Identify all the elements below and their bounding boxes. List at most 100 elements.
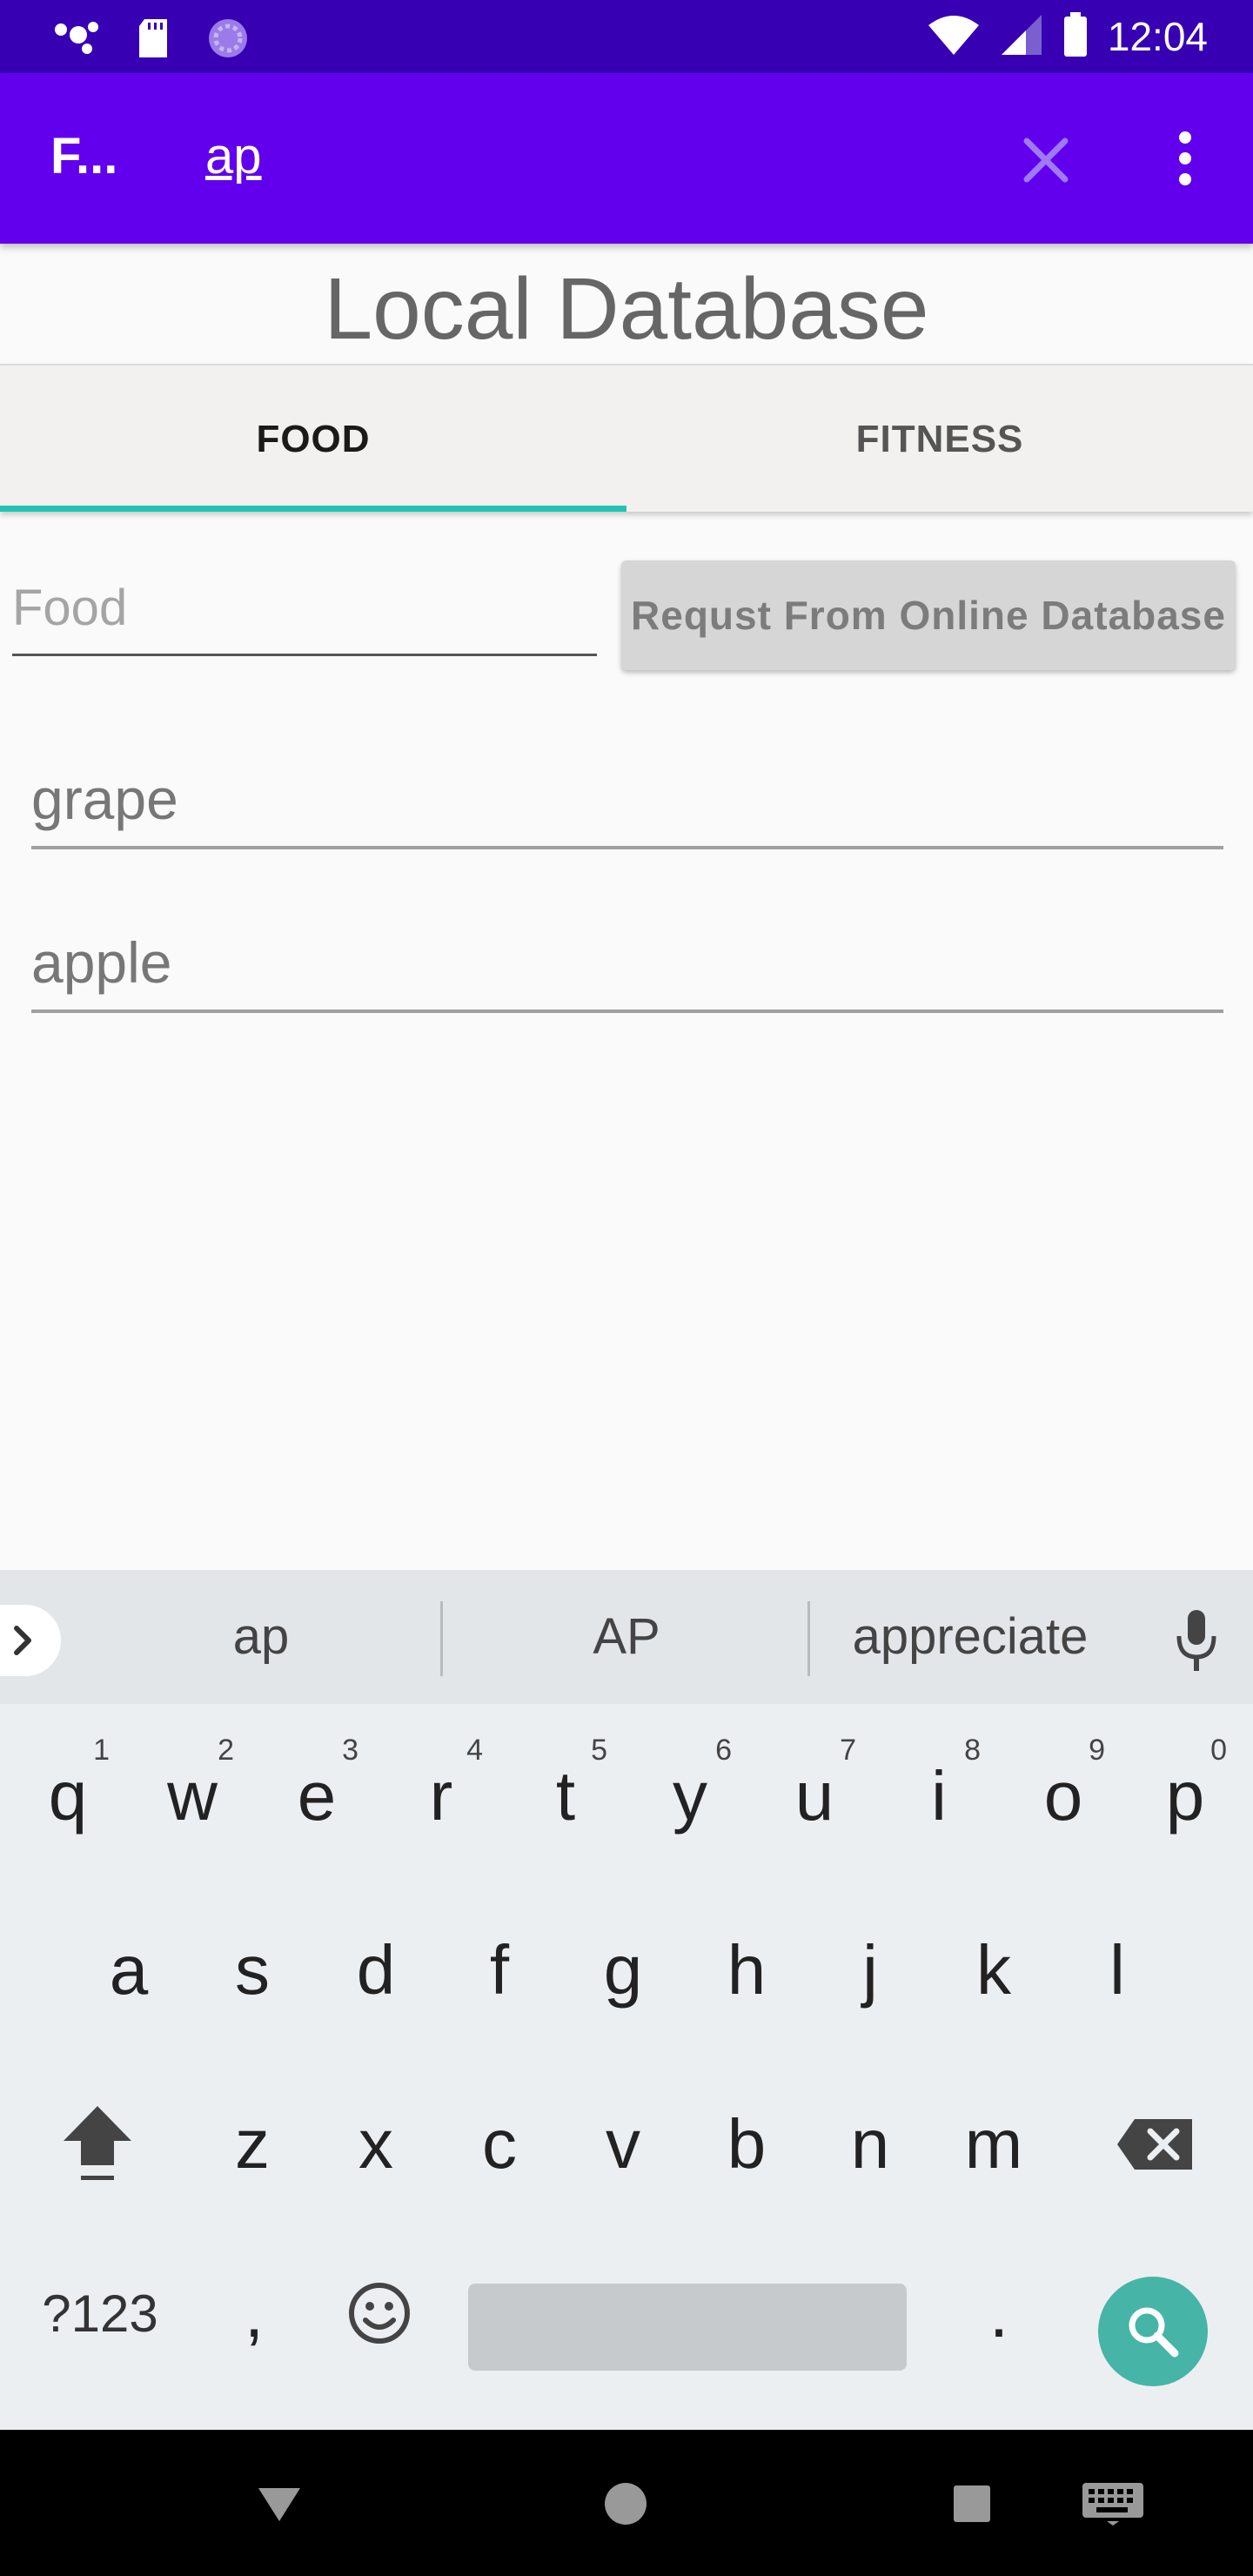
backspace-key[interactable] [1095,2066,1216,2223]
tab-bar: FOOD FITNESS [0,364,1253,512]
shift-icon [64,2106,131,2180]
key-p[interactable]: p0 [1124,1718,1246,1875]
navigation-bar [0,2430,1253,2576]
key-hint: 5 [591,1734,607,1767]
key-b[interactable]: b [686,2066,807,2223]
backspace-icon [1117,2119,1192,2170]
tab-fitness[interactable]: FITNESS [626,366,1253,513]
microphone-icon [1176,1610,1216,1671]
key-w[interactable]: w2 [131,1718,253,1875]
soft-keyboard: ap AP appreciate q1 w2 e3 r4 t5 y6 u7 i8 [0,1570,1253,2430]
key-x[interactable]: x [315,2066,437,2223]
sd-card-icon [136,17,171,64]
shift-key[interactable] [37,2066,158,2223]
key-label: e [297,1757,337,1835]
recents-icon [954,2485,990,2522]
key-label: u [794,1757,834,1835]
keyboard-icon [1082,2483,1143,2526]
back-icon [258,2488,300,2521]
app-title: F... [50,128,118,184]
key-hint: 2 [218,1734,234,1767]
key-hint: 8 [964,1734,981,1767]
more-vert-icon [1179,131,1191,185]
key-v[interactable]: v [562,2066,684,2223]
status-time: 12:04 [1107,14,1208,59]
key-g[interactable]: g [562,1892,684,2049]
key-c[interactable]: c [439,2066,560,2223]
suggestion-divider [440,1601,443,1676]
key-o[interactable]: o9 [1002,1718,1124,1875]
key-hint: 4 [466,1734,483,1767]
emoji-key[interactable] [327,2244,432,2383]
key-hint: 6 [715,1734,732,1767]
key-l[interactable]: l [1056,1892,1178,2049]
key-hint: 3 [342,1734,358,1767]
suggestion-3[interactable]: appreciate [809,1601,1131,1671]
keyboard-search-key[interactable] [1098,2277,1208,2386]
food-input[interactable] [12,564,597,651]
sync-icon [205,16,251,65]
screen: 12:04 F... ap Local Database FOOD FITNES… [0,0,1253,2576]
status-bar: 12:04 [0,0,1253,73]
assistant-icon [52,17,101,64]
key-label: t [555,1757,576,1835]
search-icon [1129,2307,1179,2358]
tab-food[interactable]: FOOD [0,366,626,513]
chevron-right-icon [14,1626,31,1655]
overflow-menu-button[interactable] [1159,124,1211,193]
key-r[interactable]: r4 [380,1718,502,1875]
key-y[interactable]: y6 [629,1718,751,1875]
search-query-field[interactable]: ap [205,125,262,188]
food-field-container [12,564,597,656]
key-i[interactable]: i8 [878,1718,1000,1875]
result-item-grape[interactable]: grape [31,762,1223,849]
key-hint: 9 [1089,1734,1105,1767]
key-q[interactable]: q1 [7,1718,129,1875]
key-z[interactable]: z [191,2066,313,2223]
suggestion-expand-button[interactable] [0,1605,61,1676]
home-button[interactable] [586,2465,665,2543]
key-t[interactable]: t5 [505,1718,626,1875]
tab-indicator [0,506,626,512]
back-button[interactable] [240,2465,318,2543]
key-h[interactable]: h [686,1892,807,2049]
result-item-apple[interactable]: apple [31,926,1223,1013]
keyboard-switch-button[interactable] [1074,2465,1152,2543]
recents-button[interactable] [933,2465,1011,2543]
key-hint: 0 [1210,1734,1227,1767]
home-icon [605,2483,647,2525]
key-label: q [48,1757,88,1835]
key-s[interactable]: s [191,1892,313,2049]
period-key[interactable]: . [938,2244,1060,2383]
wifi-icon [927,13,981,61]
clear-search-button[interactable] [1015,129,1077,191]
key-f[interactable]: f [439,1892,560,2049]
key-n[interactable]: n [809,2066,931,2223]
key-label: w [167,1757,218,1835]
space-key[interactable] [468,2284,907,2371]
key-label: p [1165,1757,1205,1835]
suggestion-1[interactable]: ap [78,1601,444,1671]
key-label: y [673,1757,707,1835]
key-hint: 7 [840,1734,856,1767]
key-a[interactable]: a [68,1892,190,2049]
close-icon [1023,138,1069,183]
key-hint: 1 [93,1734,110,1767]
key-d[interactable]: d [315,1892,437,2049]
key-m[interactable]: m [933,2066,1055,2223]
suggestion-2[interactable]: AP [444,1601,809,1671]
key-u[interactable]: u7 [754,1718,875,1875]
key-k[interactable]: k [933,1892,1055,2049]
key-label: r [429,1757,453,1835]
emoji-icon [349,2283,410,2344]
app-bar: F... ap [0,73,1253,244]
comma-key[interactable]: , [193,2244,315,2383]
suggestion-strip: ap AP appreciate [0,1570,1253,1704]
key-label: i [931,1757,947,1835]
key-j[interactable]: j [809,1892,931,2049]
battery-icon [1062,11,1089,62]
symbols-key[interactable]: ?123 [17,2244,183,2383]
key-e[interactable]: e3 [256,1718,378,1875]
request-online-database-button[interactable]: Requst From Online Database [621,560,1236,670]
voice-input-button[interactable] [1166,1607,1227,1676]
